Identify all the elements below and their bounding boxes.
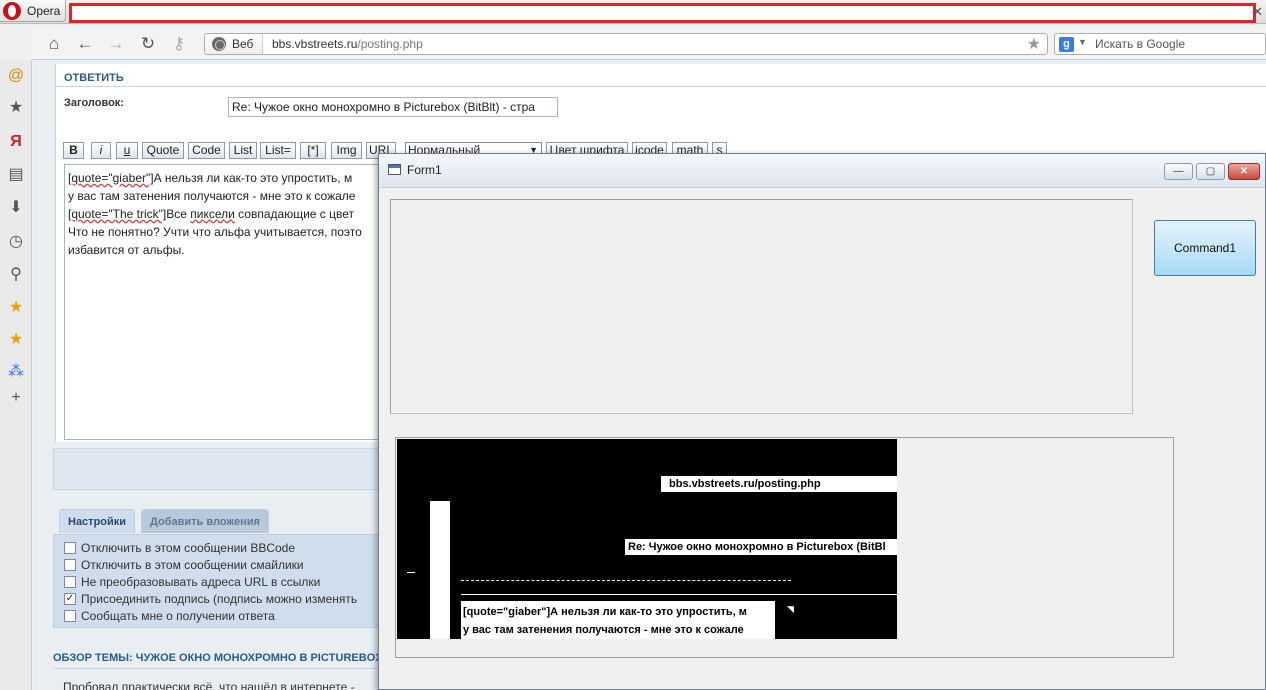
editor-text: А нельзя ли как-то это упростить, м bbox=[153, 171, 353, 185]
opera-logo-icon bbox=[3, 2, 21, 20]
misspelled-word: пиксели bbox=[190, 207, 235, 221]
search-field[interactable]: g ▼ Искать в Google bbox=[1054, 33, 1266, 55]
favorite-star-icon[interactable]: ★ bbox=[6, 298, 26, 318]
checkbox[interactable] bbox=[64, 575, 76, 588]
captured-line: [quote="giaber"]А нельзя ли как-то это у… bbox=[463, 606, 747, 618]
yandex-icon[interactable]: Я bbox=[6, 132, 26, 152]
history-icon[interactable]: ◷ bbox=[6, 232, 26, 252]
underline-button[interactable]: u bbox=[116, 142, 138, 159]
editor-text: Все bbox=[166, 207, 191, 221]
tab-settings[interactable]: Настройки bbox=[59, 509, 136, 533]
code-button[interactable]: Code bbox=[188, 142, 225, 159]
form1-title: Form1 bbox=[407, 163, 442, 177]
captured-divider bbox=[461, 594, 897, 595]
divider bbox=[56, 86, 1266, 87]
search-icon[interactable]: ⚲ bbox=[6, 265, 26, 285]
option-label: Отключить в этом сообщении BBCode bbox=[81, 540, 296, 555]
cursor-icon: ◥ bbox=[787, 604, 794, 614]
maximize-button[interactable]: ▢ bbox=[1196, 163, 1225, 180]
captured-image: bbs.vbstreets.ru/posting.php Re: Чужое о… bbox=[397, 439, 897, 639]
side-panel: @ ★ Я ▤ ⬇ ◷ ⚲ ★ ★ ⁂ + bbox=[0, 60, 32, 690]
captured-url: bbs.vbstreets.ru/posting.php bbox=[661, 476, 897, 492]
editor-text: совпадающие с цвет bbox=[234, 207, 354, 221]
highlight-box bbox=[69, 3, 1256, 23]
mail-icon[interactable]: @ bbox=[6, 66, 26, 86]
chevron-down-icon[interactable]: ▼ bbox=[1078, 37, 1087, 47]
search-placeholder: Искать в Google bbox=[1095, 37, 1186, 51]
title-label: Заголовок: bbox=[64, 97, 124, 109]
window-icon bbox=[388, 164, 401, 175]
form1-frame bbox=[390, 199, 1133, 414]
opera-menu-label: Opera bbox=[27, 4, 61, 18]
close-button[interactable]: ✕ bbox=[1228, 163, 1260, 180]
browser-titlebar: Opera ✕ bbox=[0, 0, 1266, 24]
notes-icon[interactable]: ▤ bbox=[6, 165, 26, 185]
form1-titlebar[interactable]: Form1 — ▢ ✕ bbox=[379, 154, 1265, 188]
divider bbox=[53, 668, 433, 669]
google-icon[interactable]: g bbox=[1059, 37, 1074, 52]
key-icon[interactable]: ⚷ bbox=[169, 34, 189, 54]
captured-mark bbox=[407, 572, 415, 573]
bookmarks-star-icon[interactable]: ★ bbox=[6, 98, 26, 118]
option-row[interactable]: Отключить в этом сообщении смайлики bbox=[64, 556, 432, 573]
web-badge[interactable]: Веб bbox=[205, 34, 263, 54]
topic-overview-text: Пробовал практически всё, что нашёл в ин… bbox=[63, 680, 355, 690]
quote-tag: [quote="giaber"] bbox=[68, 171, 154, 185]
option-label: Не преобразовывать адреса URL в ссылки bbox=[81, 574, 321, 589]
italic-button[interactable]: i bbox=[91, 142, 111, 159]
tab-attachments[interactable]: Добавить вложения bbox=[141, 509, 269, 533]
checkbox[interactable]: ✓ bbox=[64, 592, 76, 605]
option-label: Присоединить подпись (подпись можно изме… bbox=[81, 591, 358, 606]
url-path: /posting.php bbox=[357, 37, 423, 51]
captured-sidebar bbox=[430, 501, 450, 639]
list-button[interactable]: List bbox=[229, 142, 257, 159]
minimize-button[interactable]: — bbox=[1164, 163, 1193, 180]
address-bar[interactable]: Веб bbs.vbstreets.ru/posting.php ★ bbox=[204, 33, 1048, 55]
checkbox[interactable] bbox=[64, 558, 76, 571]
topic-overview-heading: ОБЗОР ТЕМЫ: ЧУЖОЕ ОКНО МОНОХРОМНО В PICT… bbox=[53, 652, 390, 664]
picturebox[interactable]: bbs.vbstreets.ru/posting.php Re: Чужое о… bbox=[395, 437, 1174, 658]
unite-icon[interactable]: ⁂ bbox=[6, 362, 26, 382]
bold-button[interactable]: B bbox=[63, 142, 84, 159]
favorite-star-2-icon[interactable]: ★ bbox=[6, 330, 26, 350]
forward-icon[interactable]: → bbox=[106, 34, 126, 54]
option-row[interactable]: ✓ Присоединить подпись (подпись можно изм… bbox=[64, 590, 432, 607]
title-input[interactable]: Re: Чужое окно монохромно в Picturebox (… bbox=[228, 97, 558, 117]
downloads-icon[interactable]: ⬇ bbox=[6, 198, 26, 218]
option-row[interactable]: Сообщать мне о получении ответа bbox=[64, 607, 432, 624]
captured-line: у вас там затенения получаются - мне это… bbox=[463, 624, 744, 636]
captured-title: Re: Чужое окно монохромно в Picturebox (… bbox=[625, 539, 897, 555]
back-icon[interactable]: ← bbox=[75, 34, 95, 54]
option-label: Отключить в этом сообщении смайлики bbox=[81, 557, 304, 572]
list-item-button[interactable]: [*] bbox=[300, 142, 326, 159]
captured-editor: [quote="giaber"]А нельзя ли как-то это у… bbox=[461, 601, 775, 639]
close-tab-icon[interactable]: ✕ bbox=[1252, 4, 1263, 20]
list-equals-button[interactable]: List= bbox=[260, 142, 296, 159]
add-panel-icon[interactable]: + bbox=[6, 388, 26, 408]
url-host: bbs.vbstreets.ru bbox=[272, 37, 358, 51]
url-text[interactable]: bbs.vbstreets.ru/posting.php bbox=[272, 37, 423, 51]
globe-icon bbox=[212, 37, 226, 51]
web-label: Веб bbox=[232, 37, 254, 51]
checkbox[interactable] bbox=[64, 541, 76, 554]
option-row[interactable]: Отключить в этом сообщении BBCode bbox=[64, 539, 432, 556]
bookmark-star-icon[interactable]: ★ bbox=[1027, 34, 1041, 54]
home-icon[interactable]: ⌂ bbox=[44, 34, 64, 54]
option-label: Сообщать мне о получении ответа bbox=[81, 608, 275, 623]
img-button[interactable]: Img bbox=[331, 142, 362, 159]
quote-tag: [quote="The trick"] bbox=[68, 207, 167, 221]
options-panel: Отключить в этом сообщении BBCode Отключ… bbox=[53, 534, 433, 628]
opera-menu-button[interactable]: Opera bbox=[0, 0, 66, 22]
reload-icon[interactable]: ↻ bbox=[138, 34, 158, 54]
navigation-bar: ⌂ ← → ↻ ⚷ Веб bbs.vbstreets.ru/posting.p… bbox=[32, 28, 1266, 60]
quote-button[interactable]: Quote bbox=[142, 142, 184, 159]
option-row[interactable]: Не преобразовывать адреса URL в ссылки bbox=[64, 573, 432, 590]
form1-window: Form1 — ▢ ✕ Command1 bbs.vbstreets.ru/po… bbox=[378, 153, 1266, 690]
captured-toolbar bbox=[461, 580, 791, 581]
checkbox[interactable] bbox=[64, 609, 76, 622]
command1-button[interactable]: Command1 bbox=[1154, 220, 1256, 276]
reply-heading: ОТВЕТИТЬ bbox=[64, 72, 124, 84]
